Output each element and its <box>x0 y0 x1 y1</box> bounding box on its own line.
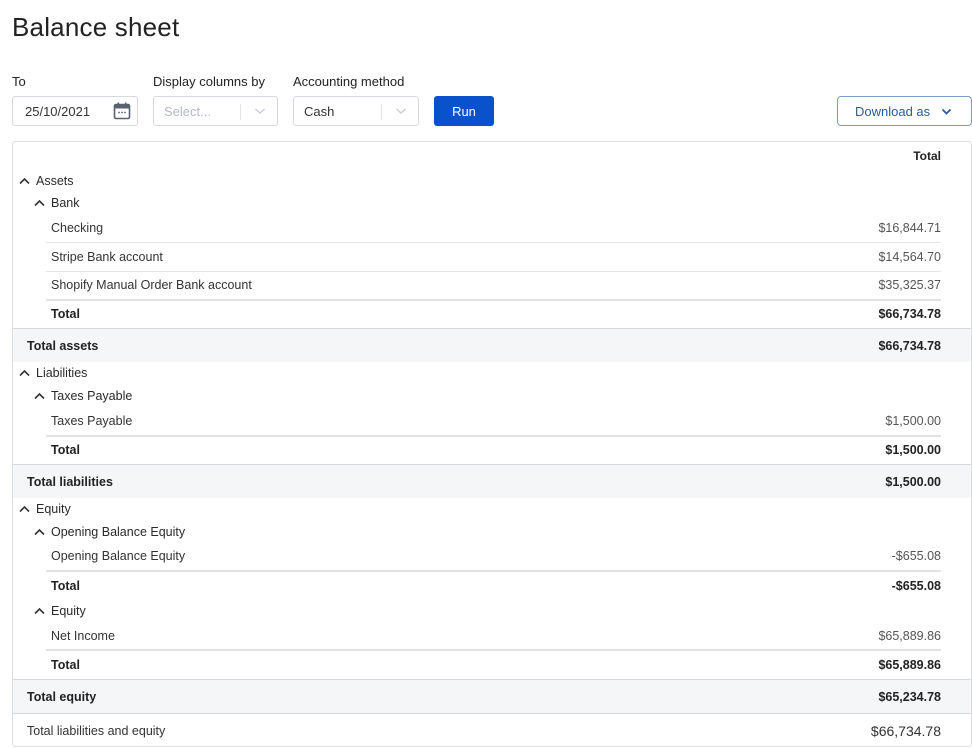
download-as-label: Download as <box>855 103 931 119</box>
row-divider <box>46 242 941 243</box>
caret-up-icon[interactable] <box>19 177 30 185</box>
caret-up-icon[interactable] <box>34 199 45 207</box>
account-row[interactable]: Net Income $65,889.86 <box>13 626 971 646</box>
subtotal-row: Total $65,889.86 <box>13 655 971 675</box>
account-amount[interactable]: $35,325.37 <box>878 278 941 292</box>
group-taxes-payable[interactable]: Taxes Payable <box>13 387 971 405</box>
account-amount[interactable]: $65,889.86 <box>878 629 941 643</box>
account-row[interactable]: Opening Balance Equity -$655.08 <box>13 546 971 566</box>
display-columns-placeholder: Select... <box>164 103 211 119</box>
caret-up-icon[interactable] <box>34 607 45 615</box>
account-name: Shopify Manual Order Bank account <box>51 278 252 292</box>
total-liabilities-and-equity-row: Total liabilities and equity $66,734.78 <box>13 713 971 746</box>
account-name: Checking <box>51 221 104 235</box>
group-label: Bank <box>51 196 80 210</box>
account-name: Opening Balance Equity <box>51 549 186 563</box>
total-liabilities-row: Total liabilities $1,500.00 <box>13 464 971 498</box>
balance-sheet-report: Total Assets Bank Checking $16,844.71 St… <box>12 141 972 747</box>
subtotal-label: Total <box>51 443 80 457</box>
chevron-down-icon <box>941 108 952 115</box>
group-equity[interactable]: Equity <box>13 602 971 620</box>
row-divider <box>46 299 941 301</box>
group-label: Equity <box>51 604 86 618</box>
subtotal-amount: -$655.08 <box>891 579 941 593</box>
account-amount[interactable]: $14,564.70 <box>878 250 941 264</box>
to-date-label: To <box>12 74 26 89</box>
section-label: Equity <box>36 502 71 516</box>
account-name: Stripe Bank account <box>51 250 163 264</box>
calendar-icon[interactable] <box>113 102 131 120</box>
caret-up-icon[interactable] <box>34 392 45 400</box>
account-row[interactable]: Taxes Payable $1,500.00 <box>13 411 971 431</box>
chevron-down-icon[interactable] <box>254 106 266 116</box>
account-row[interactable]: Shopify Manual Order Bank account $35,32… <box>13 275 971 295</box>
subtotal-amount: $65,889.86 <box>878 658 941 672</box>
subtotal-amount: $1,500.00 <box>885 443 941 457</box>
account-row[interactable]: Stripe Bank account $14,564.70 <box>13 247 971 267</box>
row-divider <box>46 271 941 272</box>
grand-total-amount: $66,734.78 <box>878 338 941 353</box>
grand-total-label: Total assets <box>27 338 99 353</box>
caret-up-icon[interactable] <box>19 505 30 513</box>
display-columns-label: Display columns by <box>153 74 265 89</box>
chevron-down-icon[interactable] <box>395 106 407 116</box>
row-divider <box>46 649 941 651</box>
account-amount[interactable]: -$655.08 <box>892 549 941 563</box>
row-divider <box>46 570 941 572</box>
account-amount[interactable]: $16,844.71 <box>878 221 941 235</box>
grand-total-amount: $65,234.78 <box>878 689 941 704</box>
section-assets[interactable]: Assets <box>13 172 971 190</box>
grand-total-label: Total equity <box>27 689 97 704</box>
section-label: Assets <box>36 174 74 188</box>
display-columns-select[interactable]: Select... <box>153 96 278 126</box>
section-equity[interactable]: Equity <box>13 500 971 518</box>
subtotal-row: Total -$655.08 <box>13 576 971 596</box>
caret-up-icon[interactable] <box>19 369 30 377</box>
total-assets-row: Total assets $66,734.78 <box>13 328 971 362</box>
download-as-button[interactable]: Download as <box>837 96 972 126</box>
to-date-value: 25/10/2021 <box>25 103 91 119</box>
subtotal-label: Total <box>51 658 80 672</box>
accounting-method-value: Cash <box>304 103 335 119</box>
grand-total-label: Total liabilities <box>27 474 113 489</box>
group-bank[interactable]: Bank <box>13 194 971 212</box>
account-amount[interactable]: $1,500.00 <box>885 414 941 428</box>
section-liabilities[interactable]: Liabilities <box>13 364 971 382</box>
account-name: Taxes Payable <box>51 414 133 428</box>
subtotal-amount: $66,734.78 <box>878 307 941 321</box>
to-date-input[interactable]: 25/10/2021 <box>12 96 138 126</box>
account-name: Net Income <box>51 629 115 643</box>
select-separator <box>381 104 382 120</box>
subtotal-row: Total $66,734.78 <box>13 304 971 324</box>
total-equity-row: Total equity $65,234.78 <box>13 679 971 713</box>
caret-up-icon[interactable] <box>34 528 45 536</box>
group-label: Taxes Payable <box>51 389 133 403</box>
page-title: Balance sheet <box>12 12 180 42</box>
column-header-total: Total <box>913 149 941 163</box>
accounting-method-select[interactable]: Cash <box>293 96 419 126</box>
subtotal-label: Total <box>51 579 80 593</box>
group-opening-balance-equity[interactable]: Opening Balance Equity <box>13 523 971 541</box>
subtotal-row: Total $1,500.00 <box>13 440 971 460</box>
accounting-method-label: Accounting method <box>293 74 405 89</box>
subtotal-label: Total <box>51 307 80 321</box>
final-total-amount: $66,734.78 <box>870 723 941 739</box>
select-separator <box>240 104 241 120</box>
run-button[interactable]: Run <box>434 96 494 126</box>
section-label: Liabilities <box>36 366 88 380</box>
grand-total-amount: $1,500.00 <box>885 474 941 489</box>
final-total-label: Total liabilities and equity <box>27 724 166 738</box>
account-row[interactable]: Checking $16,844.71 <box>13 218 971 238</box>
group-label: Opening Balance Equity <box>51 525 186 539</box>
row-divider <box>46 435 941 437</box>
